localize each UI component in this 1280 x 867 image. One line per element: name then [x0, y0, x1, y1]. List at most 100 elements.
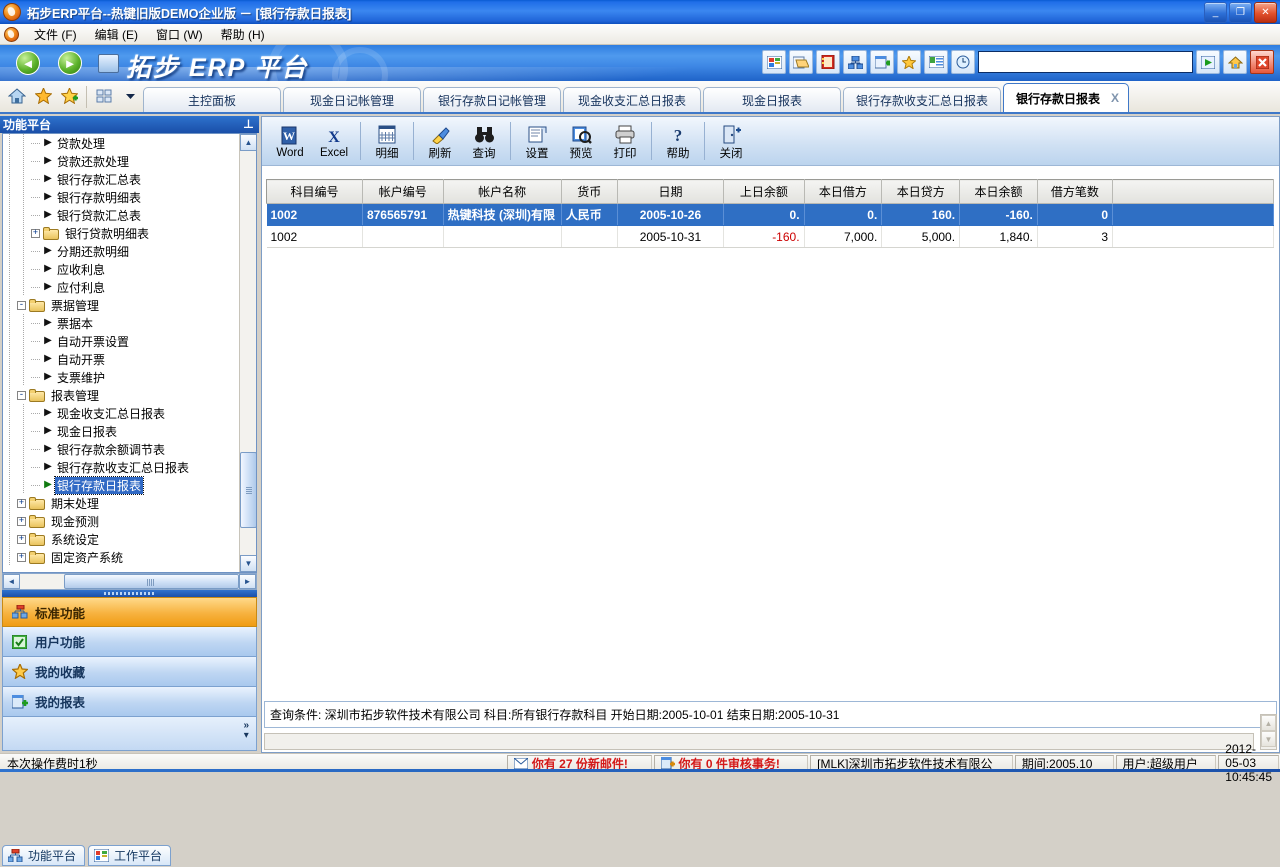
tree-item[interactable]: ▶票据本 — [3, 314, 239, 332]
tab-bank-summary-daily[interactable]: 银行存款收支汇总日报表 — [843, 87, 1001, 112]
toolbar-help-button[interactable]: ? 帮助 — [656, 119, 700, 164]
column-header[interactable]: 本日余额 — [960, 180, 1038, 204]
tree-expander[interactable]: - — [17, 391, 26, 400]
column-header[interactable]: 日期 — [617, 180, 723, 204]
tree-item[interactable]: ▶分期还款明细 — [3, 242, 239, 260]
tree-expander[interactable]: + — [31, 229, 40, 238]
tree-item[interactable]: +期末处理 — [3, 494, 239, 512]
back-button[interactable]: ◄ — [16, 51, 40, 75]
tree-item[interactable]: ▶应收利息 — [3, 260, 239, 278]
tree-item[interactable]: +系统设定 — [3, 530, 239, 548]
toolbar-close-button[interactable]: 关闭 — [709, 119, 753, 164]
tree-expander[interactable]: + — [17, 517, 26, 526]
scroll-down-button[interactable]: ▼ — [240, 555, 257, 572]
column-header[interactable]: 帐户编号 — [362, 180, 443, 204]
column-header[interactable]: 上日余额 — [724, 180, 804, 204]
tab-bank-daily-report[interactable]: 银行存款日报表 X — [1003, 83, 1129, 112]
tree-item[interactable]: -票据管理 — [3, 296, 239, 314]
tree-item[interactable]: +银行贷款明细表 — [3, 224, 239, 242]
stop-icon[interactable] — [1250, 50, 1274, 74]
table-row[interactable]: 1002876565791热键科技 (深圳)有限人民币2005-10-260.0… — [267, 204, 1274, 226]
menu-file[interactable]: 文件 (F) — [25, 24, 86, 45]
column-header[interactable]: 帐户名称 — [443, 180, 561, 204]
column-header[interactable]: 本日贷方 — [882, 180, 960, 204]
tab-close-icon[interactable]: X — [1111, 91, 1119, 105]
toolbar-detail-button[interactable]: 明细 — [365, 119, 409, 164]
panel-icon[interactable] — [762, 50, 786, 74]
favorite-star-icon[interactable] — [897, 50, 921, 74]
scroll-up-button[interactable]: ▲ — [240, 134, 257, 151]
panel-splitter[interactable] — [2, 590, 257, 597]
hscroll-track[interactable] — [20, 574, 239, 589]
tree-item[interactable]: ▶自动开票 — [3, 350, 239, 368]
tab-main-panel[interactable]: 主控面板 — [143, 87, 281, 112]
scroll-thumb[interactable] — [240, 452, 257, 528]
go-icon[interactable] — [1196, 50, 1220, 74]
toolbar-query-button[interactable]: 查询 — [462, 119, 506, 164]
tree-item[interactable]: ▶银行存款汇总表 — [3, 170, 239, 188]
menu-edit[interactable]: 编辑 (E) — [86, 24, 147, 45]
tab-bank-journal[interactable]: 银行存款日记帐管理 — [423, 87, 561, 112]
tree-expander[interactable]: - — [17, 301, 26, 310]
pin-icon[interactable]: ⊥ — [243, 117, 254, 131]
column-header[interactable]: 借方笔数 — [1037, 180, 1112, 204]
toolbar-preview-button[interactable]: 预览 — [559, 119, 603, 164]
toolbar-excel-button[interactable]: X Excel — [312, 119, 356, 164]
grid-horizontal-scrollbar[interactable] — [264, 733, 1254, 750]
tree-item[interactable]: ▶应付利息 — [3, 278, 239, 296]
maximize-button[interactable]: ❐ — [1229, 2, 1252, 23]
column-header[interactable]: 货币 — [561, 180, 617, 204]
tree-expander[interactable]: + — [17, 553, 26, 562]
minimize-button[interactable]: _ — [1204, 2, 1227, 23]
sidebar-item-standard-functions[interactable]: 标准功能 — [2, 597, 257, 627]
contact-card-icon[interactable] — [924, 50, 948, 74]
function-tree[interactable]: ▶贷款处理▶贷款还款处理▶银行存款汇总表▶银行存款明细表▶银行贷款汇总表+银行贷… — [2, 133, 257, 573]
hscroll-thumb[interactable] — [64, 574, 239, 589]
tree-item[interactable]: ▶支票维护 — [3, 368, 239, 386]
add-window-icon[interactable] — [870, 50, 894, 74]
org-icon[interactable] — [843, 50, 867, 74]
home-icon[interactable] — [7, 86, 27, 106]
bottom-tab-work-platform[interactable]: 工作平台 — [88, 845, 171, 866]
toolbar-refresh-button[interactable]: 刷新 — [418, 119, 462, 164]
sidebar-item-user-functions[interactable]: 用户功能 — [2, 627, 257, 657]
tree-item[interactable]: ▶银行贷款汇总表 — [3, 206, 239, 224]
column-header[interactable]: 科目编号 — [267, 180, 363, 204]
tree-item[interactable]: +现金预测 — [3, 512, 239, 530]
tree-item[interactable]: ▶银行存款明细表 — [3, 188, 239, 206]
open-folder-icon[interactable] — [789, 50, 813, 74]
tab-cash-daily[interactable]: 现金日报表 — [703, 87, 841, 112]
chevron-down-icon[interactable] — [120, 86, 140, 106]
grid-scroll-up-button[interactable]: ▲ — [1261, 715, 1276, 731]
bottom-tab-function-platform[interactable]: 功能平台 — [2, 845, 85, 866]
sidebar-item-favorites[interactable]: 我的收藏 — [2, 657, 257, 687]
star-icon[interactable] — [33, 86, 53, 106]
tree-expander[interactable]: + — [17, 499, 26, 508]
toolbar-word-button[interactable]: W Word — [268, 119, 312, 164]
book-icon[interactable] — [816, 50, 840, 74]
tree-item[interactable]: ▶银行存款收支汇总日报表 — [3, 458, 239, 476]
tree-item[interactable]: ▶自动开票设置 — [3, 332, 239, 350]
toolbar-settings-button[interactable]: 设置 — [515, 119, 559, 164]
menu-window[interactable]: 窗口 (W) — [147, 24, 212, 45]
tree-expander[interactable]: + — [17, 535, 26, 544]
tree-item[interactable]: ▶现金收支汇总日报表 — [3, 404, 239, 422]
tab-cash-journal[interactable]: 现金日记帐管理 — [283, 87, 421, 112]
menu-help[interactable]: 帮助 (H) — [212, 24, 274, 45]
tree-vertical-scrollbar[interactable]: ▲ ▼ — [239, 134, 256, 572]
sidebar-overflow-area[interactable]: »▾ — [2, 717, 257, 751]
sidebar-item-my-reports[interactable]: 我的报表 — [2, 687, 257, 717]
tree-item[interactable]: -报表管理 — [3, 386, 239, 404]
tree-item[interactable]: ▶贷款处理 — [3, 134, 239, 152]
scroll-left-button[interactable]: ◄ — [3, 574, 20, 589]
tree-item[interactable]: ▶银行存款余额调节表 — [3, 440, 239, 458]
close-button[interactable]: ✕ — [1254, 2, 1277, 23]
scroll-right-button[interactable]: ► — [239, 574, 256, 589]
home-icon[interactable] — [1223, 50, 1247, 74]
grid-icon[interactable] — [94, 86, 114, 106]
table-row[interactable]: 10022005-10-31-160.7,000.5,000.1,840.3 — [267, 226, 1274, 248]
overflow-chevron-icon[interactable]: »▾ — [243, 721, 249, 741]
forward-button[interactable]: ► — [58, 51, 82, 75]
tree-item[interactable]: ▶银行存款日报表 — [3, 476, 239, 494]
toolbar-print-button[interactable]: 打印 — [603, 119, 647, 164]
